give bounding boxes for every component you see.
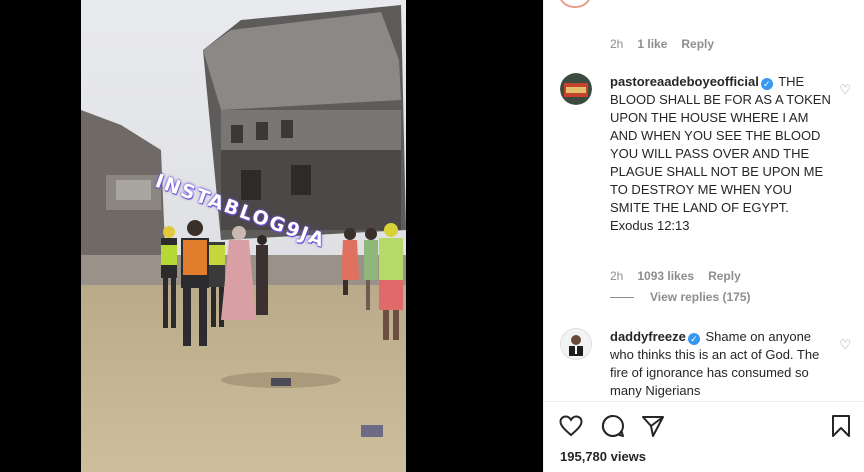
comment-meta: 2h 1 like Reply [610, 37, 714, 51]
video-frame[interactable] [81, 0, 406, 472]
comment-item: daddyfreeze ✓ Shame on anyone who thinks … [560, 328, 851, 400]
comment-username[interactable]: daddyfreeze [610, 329, 686, 344]
divider [544, 401, 864, 402]
reply-button[interactable]: Reply [708, 269, 741, 283]
verified-badge-icon: ✓ [687, 333, 700, 345]
view-replies-line [610, 296, 634, 298]
comment-icon[interactable] [600, 413, 626, 439]
heart-icon[interactable]: ♡ [839, 82, 851, 98]
comment-username[interactable]: pastoreaadeboyeofficial [610, 74, 759, 89]
view-replies-button[interactable]: View replies (175) [610, 290, 751, 304]
comment-text-verse: Exodus 12:13 [610, 218, 690, 233]
heart-icon[interactable] [558, 413, 584, 439]
view-replies-label: View replies (175) [650, 290, 751, 304]
avatar[interactable] [560, 328, 592, 360]
comment-meta: 2h 1093 likes Reply [610, 269, 741, 283]
comment-text-block: pastoreaadeboyeofficial ✓ THE BLOOD SHALL… [610, 73, 832, 235]
comments-panel: 2h 1 like Reply pastoreaadeboyeofficial ✓… [543, 0, 864, 472]
post-media[interactable]: INSTABLOG9JA [0, 0, 543, 472]
views-count[interactable]: 195,780 views [560, 449, 646, 464]
bookmark-icon[interactable] [828, 413, 854, 439]
share-icon[interactable] [640, 413, 666, 439]
comment-likes[interactable]: 1093 likes [637, 269, 694, 283]
avatar[interactable] [560, 73, 592, 105]
comment-time: 2h [610, 269, 624, 283]
comment-text: THE BLOOD SHALL BE FOR AS A TOKEN UPON T… [610, 74, 831, 215]
comment-likes[interactable]: 1 like [637, 37, 667, 51]
avatar-image [560, 73, 592, 105]
avatar-image [560, 328, 592, 360]
post-actions [558, 413, 858, 441]
video-scene [81, 0, 406, 472]
comment-time: 2h [610, 37, 624, 51]
avatar[interactable] [558, 0, 592, 8]
comment-text-block: daddyfreeze ✓ Shame on anyone who thinks … [610, 328, 832, 400]
heart-icon[interactable]: ♡ [839, 337, 851, 353]
reply-button[interactable]: Reply [681, 37, 714, 51]
verified-badge-icon: ✓ [760, 78, 773, 90]
